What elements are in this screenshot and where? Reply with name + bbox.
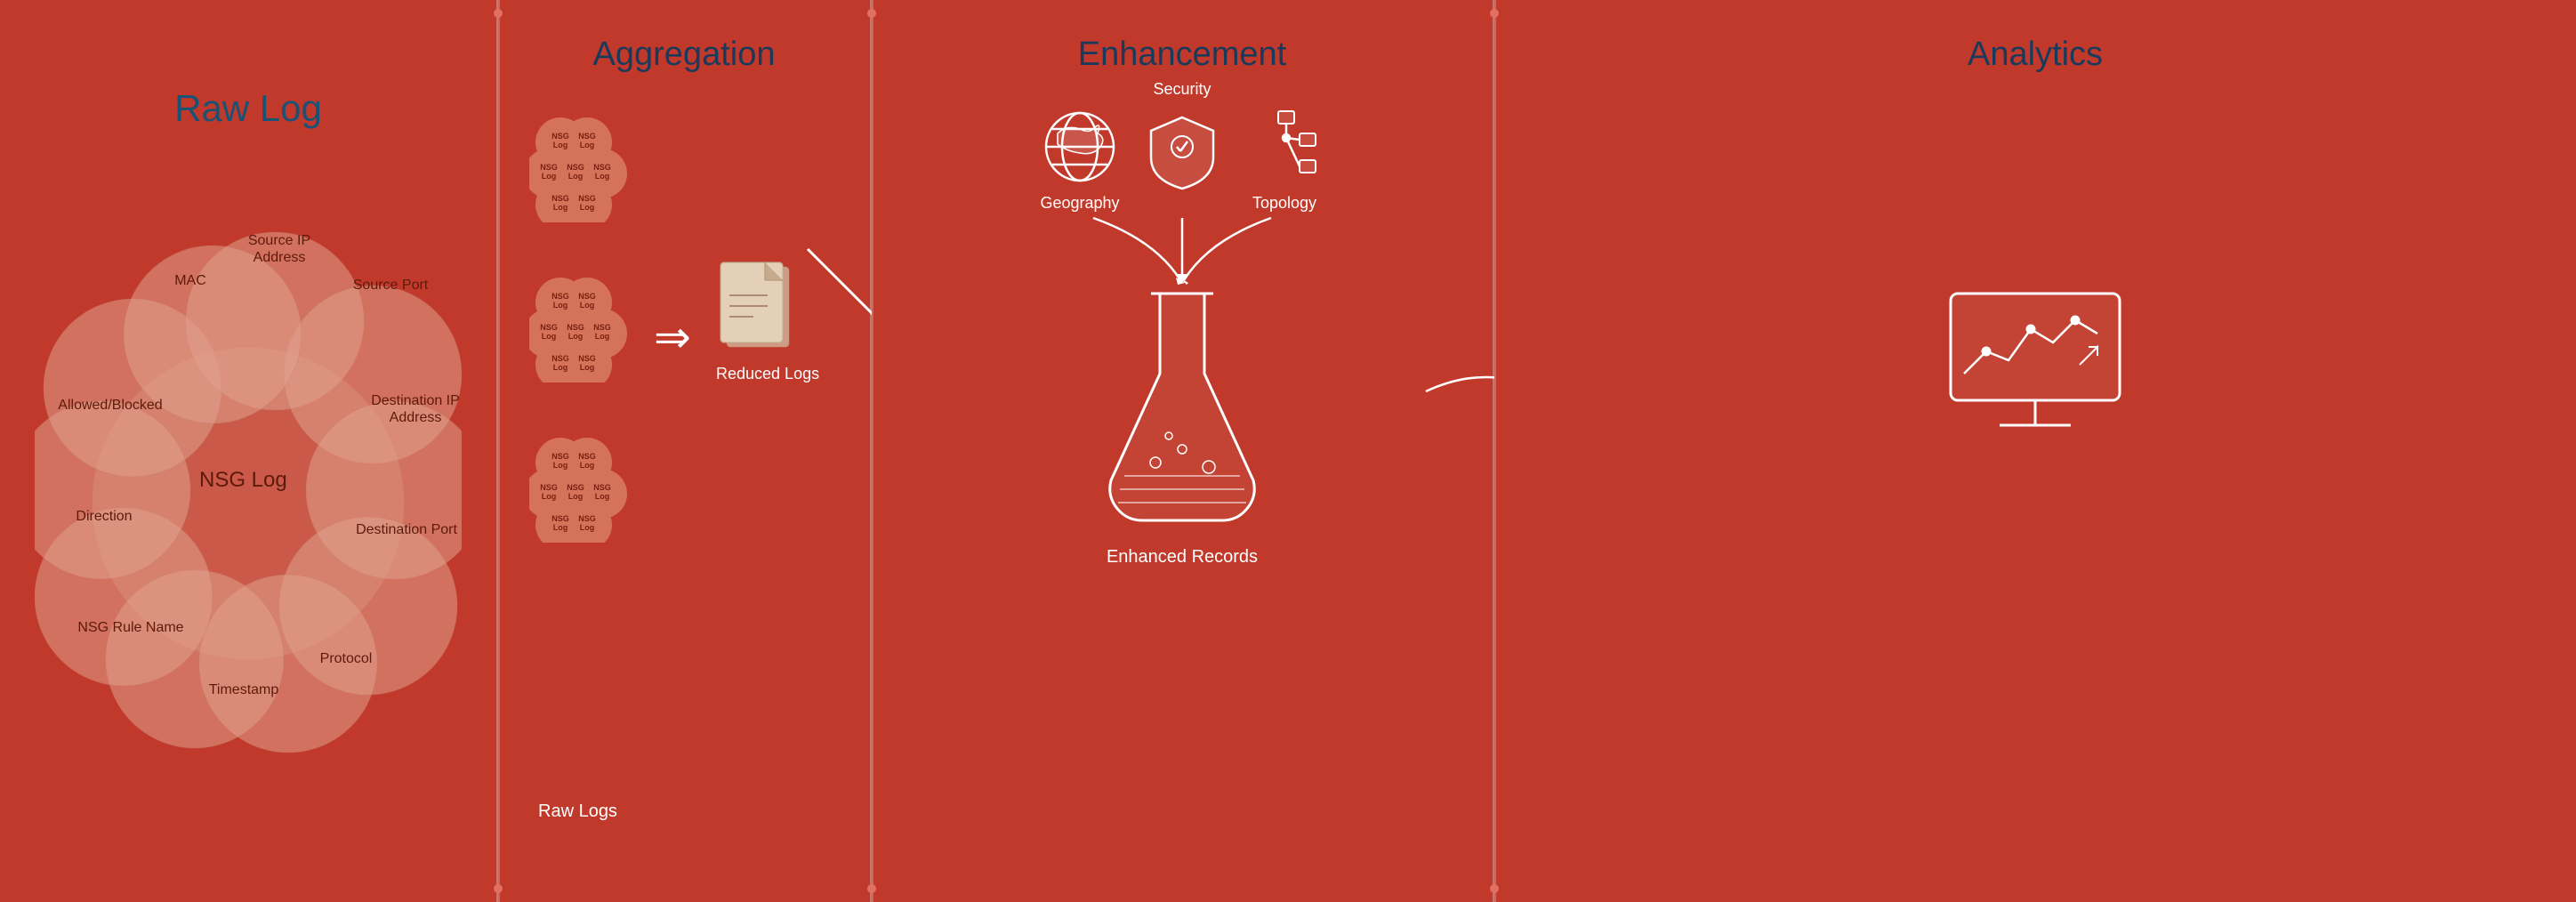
svg-text:NSG: NSG [578, 354, 596, 363]
nsg-bubbles-3: NSG Log NSG Log NSG Log NSG Log NSG Log … [529, 436, 627, 543]
geography-icon [1040, 107, 1120, 187]
svg-text:NSG: NSG [540, 483, 558, 492]
svg-text:Log: Log [595, 492, 610, 501]
svg-text:Log: Log [580, 363, 595, 372]
svg-text:Log: Log [580, 523, 595, 532]
left-panel: Raw Log [0, 0, 498, 902]
svg-text:Log: Log [553, 301, 568, 310]
topology-icon [1244, 107, 1324, 187]
nsg-log-center-label: NSG Log [199, 468, 287, 493]
svg-text:Log: Log [542, 332, 557, 341]
field-dest-ip: Destination IPAddress [362, 392, 469, 426]
analytics-divider-dot-top [1490, 9, 1499, 18]
svg-text:Log: Log [580, 461, 595, 470]
field-nsg-rule: NSG Rule Name [77, 619, 184, 636]
aggregation-section: Aggregation NSG Log NSG Log NSG Log NS [498, 0, 872, 902]
svg-text:NSG: NSG [593, 163, 611, 172]
field-timestamp: Timestamp [190, 681, 297, 698]
arrows-svg [1049, 213, 1316, 285]
analytics-left-divider [1494, 0, 1496, 902]
svg-text:Log: Log [580, 141, 595, 149]
security-icon [1147, 113, 1218, 193]
svg-text:Log: Log [542, 172, 557, 181]
svg-text:NSG: NSG [540, 163, 558, 172]
svg-text:Log: Log [568, 172, 584, 181]
arrow-right: ⇒ [654, 311, 691, 363]
svg-text:Log: Log [595, 172, 610, 181]
svg-text:Log: Log [568, 492, 584, 501]
left-divider [498, 0, 500, 902]
venn-diagram: Source IP Address Source Port Destinatio… [35, 148, 462, 815]
enhancement-icons-row: Geography Security [1040, 107, 1324, 213]
enh-divider-dot-top [867, 9, 876, 18]
arrows-to-flask [1049, 213, 1316, 289]
flask-svg [1102, 285, 1262, 534]
svg-text:NSG: NSG [551, 292, 569, 301]
svg-text:Log: Log [553, 461, 568, 470]
enh-divider-dot-bottom [867, 884, 876, 893]
topology-label: Topology [1252, 194, 1316, 213]
svg-text:NSG: NSG [593, 483, 611, 492]
enhanced-records-label: Enhanced Records [1102, 547, 1262, 568]
field-protocol: Protocol [293, 650, 399, 667]
svg-text:NSG: NSG [567, 483, 584, 492]
field-mac: MAC [137, 272, 244, 289]
security-icon-box: Security [1147, 80, 1218, 193]
raw-logs-label: Raw Logs [538, 801, 617, 822]
svg-text:Log: Log [553, 363, 568, 372]
geography-icon-box: Geography [1040, 107, 1120, 213]
svg-text:NSG: NSG [540, 323, 558, 332]
svg-text:Log: Log [553, 203, 568, 212]
svg-text:Log: Log [580, 301, 595, 310]
svg-text:NSG: NSG [578, 514, 596, 523]
enh-left-divider [872, 0, 873, 902]
analytics-title: Analytics [1968, 36, 2103, 74]
nsg-bubbles-2: NSG Log NSG Log NSG Log NSG Log NSG Log … [529, 276, 627, 383]
geography-label: Geography [1040, 194, 1119, 213]
raw-log-title: Raw Log [174, 87, 322, 130]
document-svg [716, 258, 796, 356]
main-content: Aggregation NSG Log NSG Log NSG Log NS [498, 0, 2576, 902]
nsg-bubbles-1: NSG Log NSG Log NSG Log NSG Log NSG Log … [529, 116, 627, 222]
svg-text:Log: Log [553, 141, 568, 149]
svg-text:NSG: NSG [551, 132, 569, 141]
flask-icon-container: Enhanced Records [1102, 285, 1262, 568]
nsg-group-3: NSG Log NSG Log NSG Log NSG Log NSG Log … [529, 436, 627, 547]
svg-text:NSG: NSG [593, 323, 611, 332]
svg-text:NSG: NSG [578, 292, 596, 301]
svg-text:Log: Log [542, 492, 557, 501]
analytics-section: Analytics [1494, 0, 2576, 902]
svg-text:NSG: NSG [578, 194, 596, 203]
nsg-group-1: NSG Log NSG Log NSG Log NSG Log NSG Log … [529, 116, 627, 227]
security-label: Security [1153, 80, 1211, 99]
svg-text:NSG: NSG [567, 163, 584, 172]
field-allowed: Allowed/Blocked [57, 397, 164, 414]
svg-text:NSG: NSG [551, 194, 569, 203]
analytics-icon-container [1937, 285, 2133, 449]
svg-text:Log: Log [580, 203, 595, 212]
enhancement-section: Enhancement Geography [872, 0, 1494, 902]
analytics-svg [1937, 285, 2133, 445]
divider-dot-bottom [494, 884, 503, 893]
topology-icon-box: Topology [1244, 107, 1324, 213]
aggregation-title: Aggregation [593, 36, 776, 74]
svg-text:NSG: NSG [551, 514, 569, 523]
field-dest-port: Destination Port [353, 521, 460, 538]
divider-dot-top [494, 9, 503, 18]
svg-text:Log: Log [595, 332, 610, 341]
svg-text:Log: Log [568, 332, 584, 341]
field-source-ip: Source IP Address [226, 232, 333, 266]
svg-text:Log: Log [553, 523, 568, 532]
svg-text:NSG: NSG [567, 323, 584, 332]
field-source-port: Source Port [337, 277, 444, 294]
svg-text:NSG: NSG [578, 452, 596, 461]
svg-text:NSG: NSG [578, 132, 596, 141]
analytics-divider-dot-bottom [1490, 884, 1499, 893]
svg-text:NSG: NSG [551, 452, 569, 461]
nsg-group-2: NSG Log NSG Log NSG Log NSG Log NSG Log … [529, 276, 627, 387]
field-direction: Direction [51, 508, 157, 525]
svg-text:NSG: NSG [551, 354, 569, 363]
enhancement-title: Enhancement [1078, 36, 1287, 74]
